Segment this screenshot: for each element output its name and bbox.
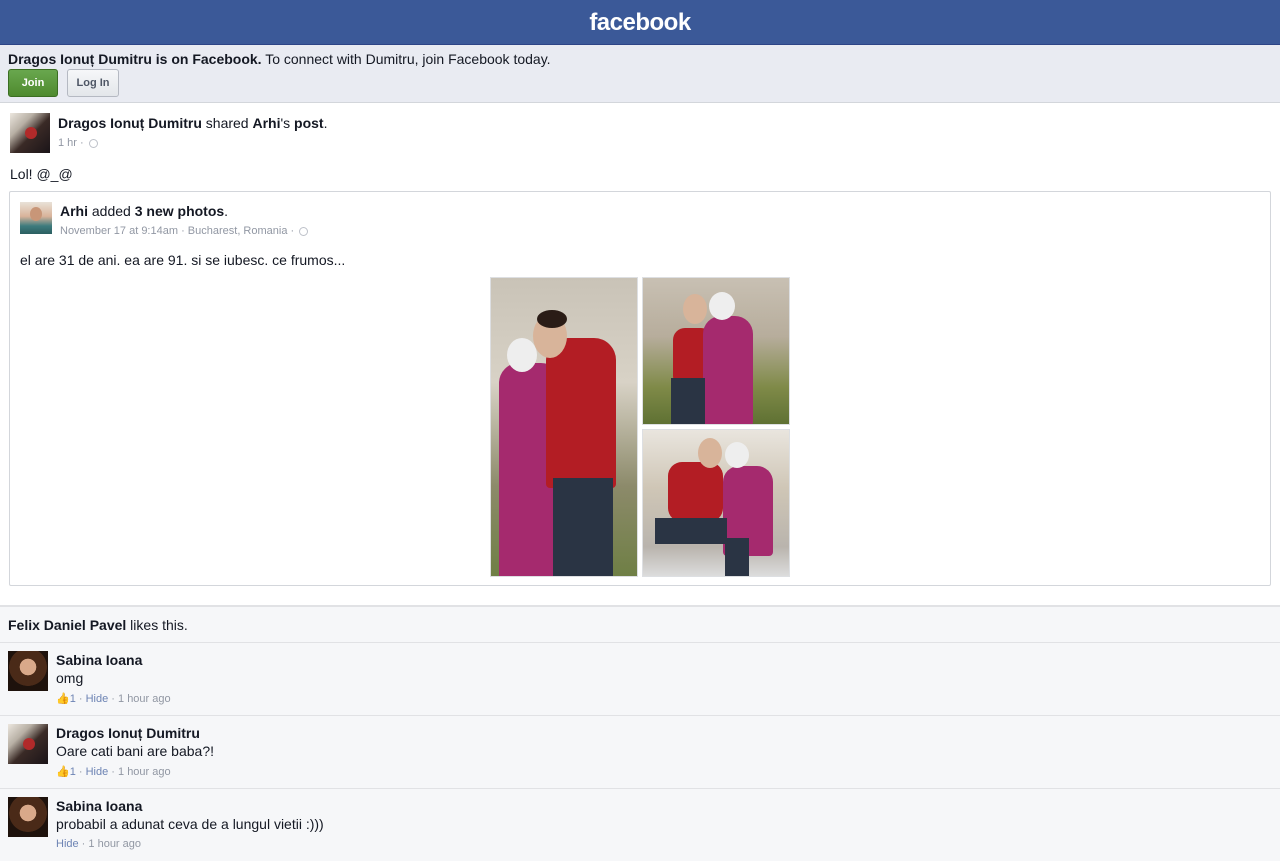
comment-actions: 👍1 · Hide · 1 hour ago [56,765,171,778]
join-message-rest: To connect with Dumitru, join Facebook t… [261,51,551,67]
meta-separator: · [178,225,188,237]
avatar[interactable] [8,797,48,837]
join-button[interactable]: Join [8,69,58,97]
story-verb: shared [201,115,253,131]
story-owner-suffix: 's [280,115,295,131]
hide-link[interactable]: Hide [86,766,109,778]
photo-3[interactable] [642,429,790,577]
story-owner-link[interactable]: Arhi [252,115,280,131]
comment-actions: 👍1 · Hide · 1 hour ago [56,692,171,705]
comment-body: Oare cati bani are baba?! [56,743,214,759]
avatar[interactable] [20,202,52,234]
comment: Dragos Ionuț Dumitru Oare cati bani are … [0,715,1280,788]
public-globe-icon [88,138,98,148]
story-post-link[interactable]: post [294,115,324,131]
photo-2[interactable] [642,277,790,425]
comment-author[interactable]: Sabina Ioana [56,652,142,668]
avatar[interactable] [10,113,50,153]
liker-name[interactable]: Felix Daniel Pavel [8,617,126,633]
shared-meta: November 17 at 9:14am · Bucharest, Roman… [60,225,309,237]
story-period: . [323,115,328,131]
shared-post[interactable]: Arhi added 3 new photos. November 17 at … [9,191,1271,586]
shared-verb: added [88,203,135,219]
comment-like-count[interactable]: 1 [70,766,76,778]
story: Dragos Ionuț Dumitru shared Arhi's post.… [0,103,1280,605]
comment-author[interactable]: Dragos Ionuț Dumitru [56,725,200,741]
top-bar: facebook [0,0,1280,45]
shared-message: el are 31 de ani. ea are 91. si se iubes… [20,252,346,268]
story-actor-link[interactable]: Dragos Ionuț Dumitru [58,115,202,131]
comment-body: omg [56,670,84,686]
story-header: Dragos Ionuț Dumitru shared Arhi's post. [58,115,328,131]
shared-post-header: Arhi added 3 new photos. [60,203,228,219]
shared-period: . [224,203,229,219]
thumbs-up-icon[interactable]: 👍 [56,692,70,705]
photo-1[interactable] [490,277,638,577]
comment-like-count[interactable]: 1 [70,693,76,705]
comment-actions: Hide · 1 hour ago [56,838,142,850]
story-meta: 1 hr · [58,137,98,149]
likes-text: likes this. [126,617,188,633]
story-time[interactable]: 1 hr [58,137,77,149]
story-message: Lol! @_@ [10,166,73,182]
join-message-name: Dragos Ionuț Dumitru is on Facebook. [8,51,262,67]
avatar[interactable] [8,651,48,691]
comment-time[interactable]: 1 hour ago [118,693,171,705]
comment: Sabina Ioana probabil a adunat ceva de a… [0,788,1280,861]
meta-separator: · [76,137,87,149]
comment: Sabina Ioana omg 👍1 · Hide · 1 hour ago [0,642,1280,715]
meta-separator: · [287,225,298,237]
hide-link[interactable]: Hide [86,693,109,705]
facebook-logo[interactable]: facebook [0,9,1280,37]
likes-summary: Felix Daniel Pavel likes this. [8,617,188,633]
shared-location[interactable]: Bucharest, Romania [188,225,288,237]
comment-body: probabil a adunat ceva de a lungul vieti… [56,816,324,832]
thumbs-up-icon[interactable]: 👍 [56,765,70,778]
comment-author[interactable]: Sabina Ioana [56,798,142,814]
login-button[interactable]: Log In [67,69,119,97]
hide-link[interactable]: Hide [56,838,79,850]
privacy-gear-icon [299,226,309,236]
join-message: Dragos Ionuț Dumitru is on Facebook. To … [8,51,551,67]
comment-time[interactable]: 1 hour ago [88,838,141,850]
join-banner: Dragos Ionuț Dumitru is on Facebook. To … [0,45,1280,103]
avatar[interactable] [8,724,48,764]
feedback-section: Felix Daniel Pavel likes this. Sabina Io… [0,605,1280,861]
shared-actor-link[interactable]: Arhi [60,203,88,219]
comment-time[interactable]: 1 hour ago [118,766,171,778]
shared-photos-link[interactable]: 3 new photos [135,203,224,219]
shared-date[interactable]: November 17 at 9:14am [60,225,178,237]
